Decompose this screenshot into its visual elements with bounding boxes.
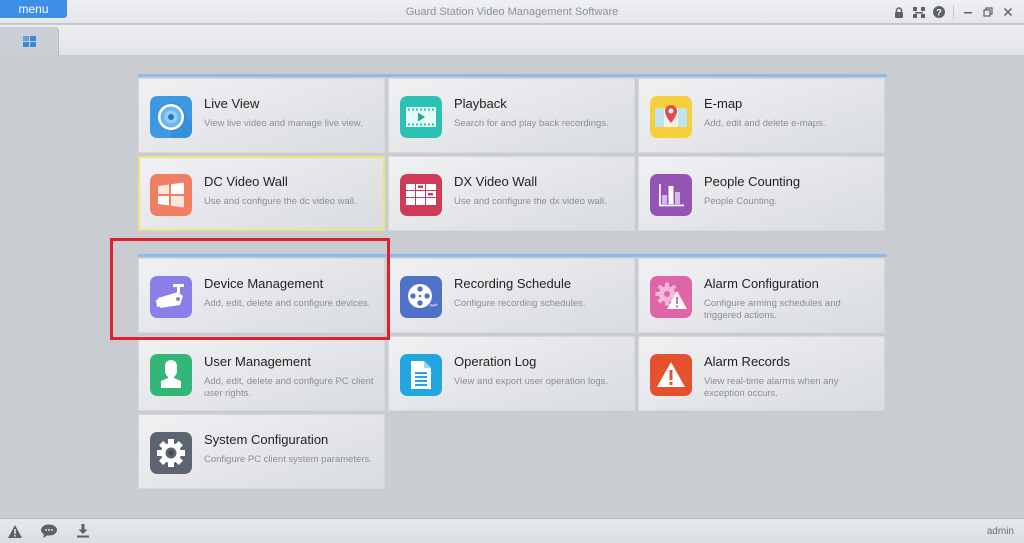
tile-dc-video-wall[interactable]: DC Video Wall Use and configure the dc v… xyxy=(138,156,385,231)
gear-warning-icon xyxy=(650,276,692,318)
tile-title: Alarm Configuration xyxy=(704,276,819,291)
help-icon[interactable]: ? xyxy=(929,4,949,20)
message-icon[interactable] xyxy=(40,523,58,539)
document-icon xyxy=(400,354,442,396)
bar-chart-icon xyxy=(650,174,692,216)
tile-alarm-configuration[interactable]: Alarm Configuration Configure arming sch… xyxy=(638,258,885,333)
tile-people-counting[interactable]: People Counting People Counting. xyxy=(638,156,885,231)
tile-description: Use and configure the dc video wall. xyxy=(204,196,357,207)
group-divider xyxy=(138,74,887,77)
tile-system-configuration[interactable]: System Configuration Configure PC client… xyxy=(138,414,385,489)
tile-description: Use and configure the dx video wall. xyxy=(454,196,607,207)
tile-alarm-records[interactable]: Alarm Records View real-time alarms when… xyxy=(638,336,885,411)
tile-description: Configure PC client system parameters. xyxy=(204,454,372,465)
tile-user-management[interactable]: User Management Add, edit, delete and co… xyxy=(138,336,385,411)
status-bar: admin xyxy=(0,518,1024,543)
tile-description: Configure recording schedules. xyxy=(454,298,586,309)
tile-title: Device Management xyxy=(204,276,324,291)
app-title: Guard Station Video Management Software xyxy=(405,6,619,18)
tile-dx-video-wall[interactable]: DX Video Wall Use and configure the dx v… xyxy=(388,156,635,231)
tile-title: Playback xyxy=(454,96,507,111)
tile-description: Add, edit and delete e-maps. xyxy=(704,118,826,129)
tile-title: DC Video Wall xyxy=(204,174,288,189)
warning-icon xyxy=(650,354,692,396)
grid-icon xyxy=(22,36,36,47)
video-wall-grid-icon xyxy=(400,174,442,216)
tile-title: Alarm Records xyxy=(704,354,790,369)
window-controls: ? xyxy=(889,4,1018,20)
tile-description: View and export user operation logs. xyxy=(454,376,609,387)
group-divider xyxy=(138,254,887,257)
tab-bar xyxy=(0,25,1024,56)
download-icon[interactable] xyxy=(74,523,92,539)
current-user: admin xyxy=(986,526,1014,537)
tile-title: DX Video Wall xyxy=(454,174,538,189)
film-play-icon xyxy=(400,96,442,138)
tile-title: User Management xyxy=(204,354,311,369)
film-reel-icon xyxy=(400,276,442,318)
tile-description: Configure arming schedules and triggered… xyxy=(704,298,841,321)
tile-live-view[interactable]: Live View View live video and manage liv… xyxy=(138,78,385,153)
tile-playback[interactable]: Playback Search for and play back record… xyxy=(388,78,635,153)
minimize-icon[interactable] xyxy=(958,4,978,20)
divider xyxy=(953,5,954,19)
tile-device-management[interactable]: Device Management Add, edit, delete and … xyxy=(138,258,385,333)
tile-operation-log[interactable]: Operation Log View and export user opera… xyxy=(388,336,635,411)
title-bar: menu Guard Station Video Management Soft… xyxy=(0,0,1024,24)
lock-icon[interactable] xyxy=(889,4,909,20)
tile-title: Operation Log xyxy=(454,354,537,369)
tile-title: People Counting xyxy=(704,174,801,189)
security-camera-icon xyxy=(150,276,192,318)
svg-text:?: ? xyxy=(936,8,942,18)
restore-icon[interactable] xyxy=(978,4,998,20)
tile-description: View real-time alarms when any exception… xyxy=(704,376,839,399)
windows-wall-icon xyxy=(150,174,192,216)
tile-description: Add, edit, delete and configure devices. xyxy=(204,298,371,309)
tile-title: Recording Schedule xyxy=(454,276,572,291)
tab-home[interactable] xyxy=(0,27,59,56)
tile-title: System Configuration xyxy=(204,432,329,447)
tile-description: Search for and play back recordings. xyxy=(454,118,609,129)
gear-icon xyxy=(150,432,192,474)
user-icon xyxy=(150,354,192,396)
tile-description: View live video and manage live view. xyxy=(204,118,363,129)
tile-recording-schedule[interactable]: Recording Schedule Configure recording s… xyxy=(388,258,635,333)
network-icon[interactable] xyxy=(909,4,929,20)
camera-lens-icon xyxy=(150,96,192,138)
tile-description: People Counting. xyxy=(704,196,777,207)
map-pin-icon xyxy=(650,96,692,138)
close-icon[interactable] xyxy=(998,4,1018,20)
tile-description: Add, edit, delete and configure PC clien… xyxy=(204,376,374,399)
tile-e-map[interactable]: E-map Add, edit and delete e-maps. xyxy=(638,78,885,153)
tile-title: Live View xyxy=(204,96,260,111)
tile-title: E-map xyxy=(704,96,743,111)
alarm-warning-icon[interactable] xyxy=(6,523,24,539)
